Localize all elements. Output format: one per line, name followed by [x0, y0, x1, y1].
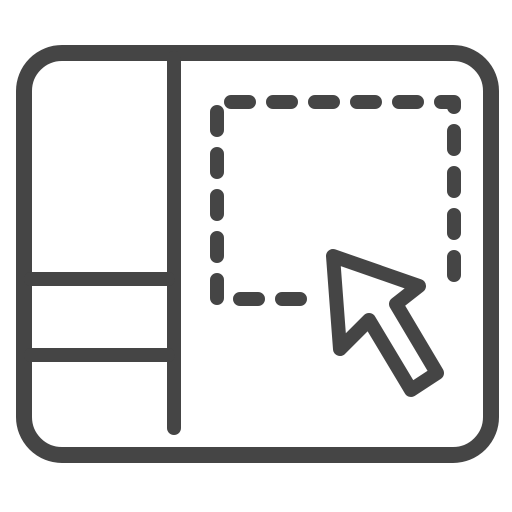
layout-drag-select-icon — [16, 45, 499, 463]
icon-canvas — [0, 0, 512, 512]
arrow-cursor-icon — [326, 249, 444, 397]
frame-rounded-rect — [16, 45, 499, 463]
